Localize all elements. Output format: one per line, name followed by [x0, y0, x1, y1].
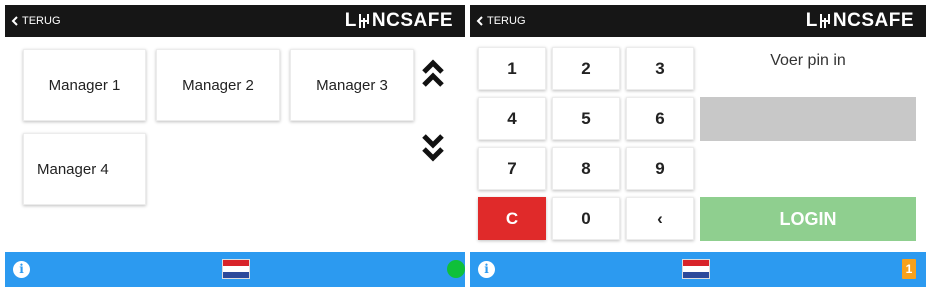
login-button[interactable]: LOGIN — [700, 197, 916, 241]
pin-entry-screen: TERUG L NCSAFE 1 2 3 4 5 6 7 8 9 C 0 ‹ V… — [470, 0, 926, 287]
pin-prompt: Voer pin in — [770, 52, 846, 69]
dutch-flag-icon[interactable] — [222, 259, 250, 279]
dutch-flag-icon[interactable] — [682, 259, 710, 279]
footer-bar: i 1 — [470, 252, 926, 287]
back-label: TERUG — [487, 15, 526, 27]
scroll-down-icon[interactable] — [420, 130, 446, 166]
notification-badge[interactable]: 1 — [902, 259, 916, 279]
scroll-up-icon[interactable] — [420, 55, 446, 91]
key-1[interactable]: 1 — [478, 47, 546, 90]
key-6[interactable]: 6 — [626, 97, 694, 140]
key-8[interactable]: 8 — [552, 147, 620, 190]
status-indicator — [447, 260, 465, 278]
chevron-left-icon — [11, 16, 18, 26]
backspace-button[interactable]: ‹ — [626, 197, 694, 240]
manager-3-button[interactable]: Manager 3 — [290, 49, 414, 121]
lincsafe-logo: L NCSAFE — [344, 10, 453, 31]
back-button[interactable]: TERUG — [11, 5, 61, 37]
manager-select-screen: TERUG L NCSAFE Manager 1 Manager 2 Manag… — [5, 0, 465, 287]
back-label: TERUG — [22, 15, 61, 27]
info-icon[interactable]: i — [478, 261, 495, 278]
manager-4-button[interactable]: Manager 4 — [23, 133, 146, 205]
key-5[interactable]: 5 — [552, 97, 620, 140]
back-button[interactable]: TERUG — [476, 5, 526, 37]
logo-mark-icon — [819, 14, 830, 28]
manager-1-button[interactable]: Manager 1 — [23, 49, 146, 121]
chevron-left-icon — [476, 16, 483, 26]
header-bar: TERUG L NCSAFE — [470, 5, 926, 37]
key-7[interactable]: 7 — [478, 147, 546, 190]
logo-mark-icon — [358, 14, 369, 28]
key-2[interactable]: 2 — [552, 47, 620, 90]
key-9[interactable]: 9 — [626, 147, 694, 190]
lincsafe-logo: L NCSAFE — [805, 10, 914, 31]
header-bar: TERUG L NCSAFE — [5, 5, 465, 37]
clear-button[interactable]: C — [478, 197, 546, 240]
footer-bar: i — [5, 252, 465, 287]
info-icon[interactable]: i — [13, 261, 30, 278]
pin-input[interactable] — [700, 97, 916, 141]
key-0[interactable]: 0 — [552, 197, 620, 240]
key-3[interactable]: 3 — [626, 47, 694, 90]
key-4[interactable]: 4 — [478, 97, 546, 140]
manager-2-button[interactable]: Manager 2 — [156, 49, 280, 121]
